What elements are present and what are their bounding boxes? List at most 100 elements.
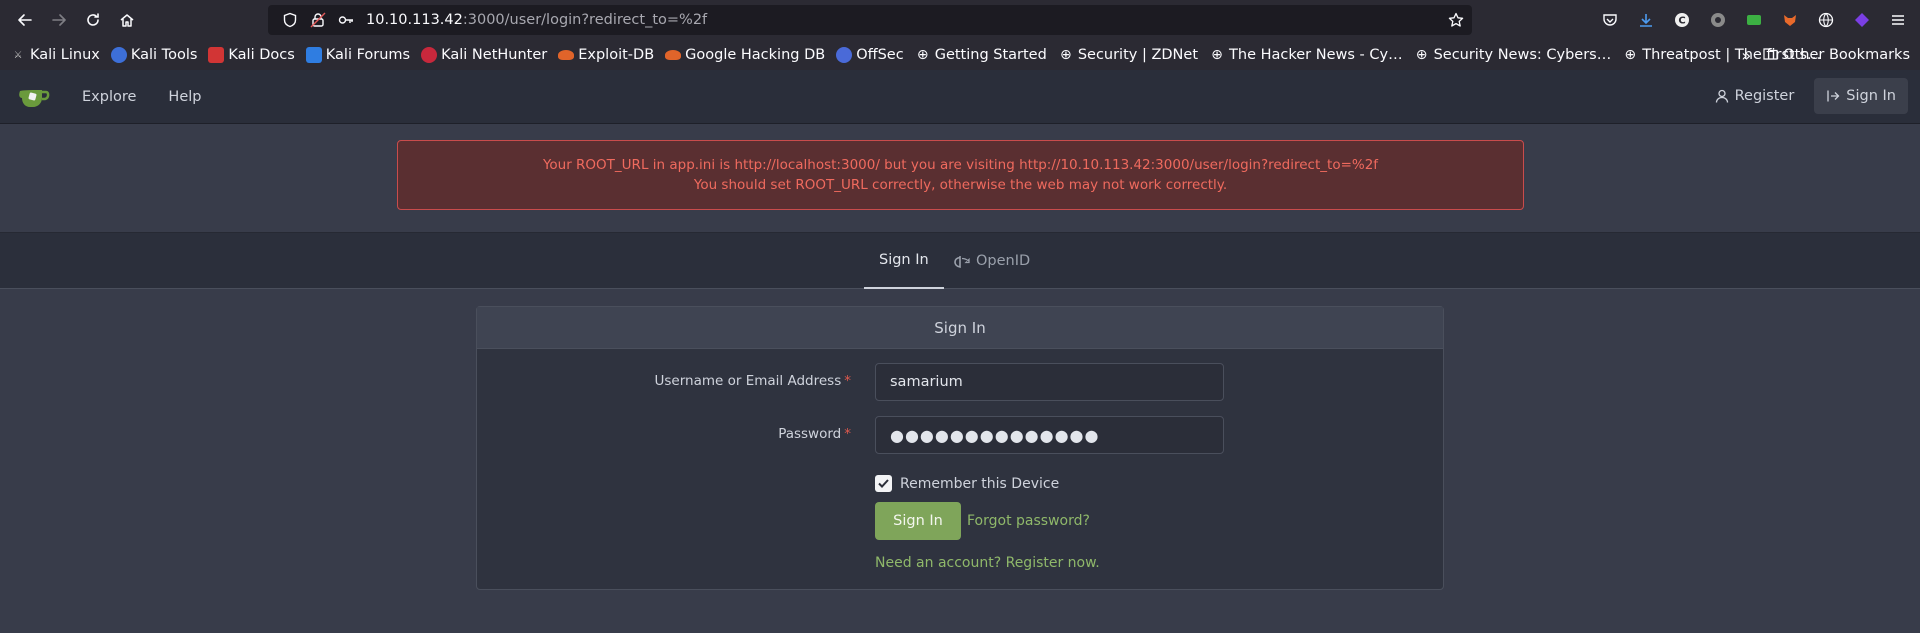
globe-extension-icon[interactable] (1808, 4, 1844, 36)
remember-device-checkbox[interactable]: Remember this Device (875, 475, 1059, 492)
svg-text:C: C (1678, 16, 1685, 27)
register-link[interactable]: Need an account? Register now. (875, 555, 1100, 571)
root-url-warning: Your ROOT_URL in app.ini is http://local… (397, 140, 1524, 210)
globe-icon: ⊕ (1211, 47, 1223, 63)
signin-card: Sign In Username or Email Address * samar… (476, 306, 1444, 590)
kali-tools-icon (110, 47, 127, 63)
remember-label: Remember this Device (900, 475, 1060, 492)
exploit-db-icon (558, 50, 575, 60)
chevron-double-right-icon[interactable]: » (1741, 46, 1751, 65)
bookmark-getting-started[interactable]: ⊕ Getting Started (915, 47, 1047, 63)
offsec-icon (836, 47, 853, 63)
signin-label: Sign In (1846, 88, 1896, 104)
signin-submit-button[interactable]: Sign In (875, 502, 961, 540)
bookmark-kali-tools[interactable]: Kali Tools (110, 47, 198, 63)
username-label: Username or Email Address * (654, 373, 851, 389)
bookmark-label: The Hacker News - Cy… (1229, 47, 1403, 63)
bookmark-hacker-news[interactable]: ⊕ The Hacker News - Cy… (1209, 47, 1403, 63)
pocket-icon[interactable] (1592, 4, 1628, 36)
bookmark-label: Kali NetHunter (441, 47, 548, 63)
forward-button[interactable] (42, 4, 76, 36)
bookmark-label: Kali Tools (130, 47, 198, 63)
bookmark-label: Security | ZDNet (1077, 47, 1199, 63)
green-extension-icon[interactable] (1736, 4, 1772, 36)
gitea-logo-icon[interactable] (18, 82, 52, 112)
warning-line-1: Your ROOT_URL in app.ini is http://local… (542, 157, 1379, 173)
checkmark-icon (878, 479, 889, 488)
bookmark-offsec[interactable]: OffSec (836, 47, 904, 63)
nethunter-icon (421, 47, 438, 63)
url-text[interactable]: 10.10.113.42:3000/user/login?redirect_to… (366, 12, 707, 28)
bookmark-star-icon[interactable] (1448, 12, 1464, 32)
kali-forums-icon (305, 47, 322, 63)
home-button[interactable] (110, 4, 144, 36)
home-icon (120, 14, 134, 27)
password-label: Password * (778, 426, 851, 442)
tab-openid-label: OpenID (976, 253, 1031, 269)
bookmark-label: Google Hacking DB (685, 47, 826, 63)
download-icon[interactable] (1628, 4, 1664, 36)
password-input[interactable]: ●●●●●●●●●●●●●● (875, 416, 1224, 454)
bookmark-exploit-db[interactable]: Exploit-DB (558, 47, 654, 63)
bookmark-label: Kali Docs (228, 47, 295, 63)
auth-tabs: Sign In OpenID (0, 232, 1920, 289)
toolbar-extensions: C (1592, 0, 1916, 40)
proxy-extension-icon[interactable] (1700, 4, 1736, 36)
header-signin-button[interactable]: Sign In (1814, 78, 1908, 114)
folder-icon (1763, 47, 1778, 64)
kali-docs-icon (208, 47, 225, 63)
bookmark-label: Kali Linux (30, 47, 100, 63)
key-icon[interactable] (332, 12, 360, 28)
insecure-lock-icon[interactable] (304, 12, 332, 28)
username-input[interactable]: samarium (875, 363, 1224, 401)
back-button[interactable] (8, 4, 42, 36)
bookmark-label: Exploit-DB (578, 47, 655, 63)
kali-dragon-icon: ⚔ (13, 49, 23, 61)
menu-icon[interactable] (1880, 4, 1916, 36)
page-body: Your ROOT_URL in app.ini is http://local… (0, 124, 1920, 633)
arrow-right-icon (52, 14, 66, 26)
nav-explore[interactable]: Explore (82, 89, 136, 105)
bookmark-kali-forums[interactable]: Kali Forums (305, 47, 410, 63)
tab-openid[interactable]: OpenID (954, 233, 1030, 289)
browser-toolbar: 10.10.113.42:3000/user/login?redirect_to… (0, 0, 1920, 40)
nav-help[interactable]: Help (168, 89, 201, 105)
foxy-extension-icon[interactable] (1772, 4, 1808, 36)
globe-icon: ⊕ (1059, 47, 1072, 63)
bookmark-google-hacking-db[interactable]: Google Hacking DB (665, 47, 825, 63)
required-asterisk: * (844, 373, 851, 389)
globe-icon: ⊕ (1415, 47, 1428, 63)
forgot-password-link[interactable]: Forgot password? (967, 513, 1090, 529)
shield-icon[interactable] (276, 12, 304, 28)
bookmark-zdnet[interactable]: ⊕ Security | ZDNet (1058, 47, 1198, 63)
bookmarks-bar: ⚔ Kali Linux Kali Tools Kali Docs Kali Fo… (0, 40, 1920, 70)
bookmarks-overflow: » Other Bookmarks (1741, 40, 1910, 70)
bookmark-security-news[interactable]: ⊕ Security News: Cybers… (1414, 47, 1612, 63)
bookmark-label: Security News: Cybers… (1433, 47, 1612, 63)
other-bookmarks[interactable]: Other Bookmarks (1783, 47, 1910, 63)
warning-line-2: You should set ROOT_URL correctly, other… (693, 177, 1228, 193)
bookmark-kali-linux[interactable]: ⚔ Kali Linux (10, 47, 100, 63)
reload-button[interactable] (76, 4, 110, 36)
globe-icon: ⊕ (916, 47, 929, 63)
purple-extension-icon[interactable] (1844, 4, 1880, 36)
checkbox-box[interactable] (875, 475, 892, 492)
required-asterisk: * (844, 426, 851, 442)
openid-icon (954, 256, 970, 268)
globe-icon: ⊕ (1624, 47, 1637, 63)
signin-card-title: Sign In (477, 307, 1443, 349)
tab-signin-label: Sign In (879, 252, 929, 268)
register-button[interactable]: Register (1703, 78, 1807, 114)
bookmark-label: OffSec (856, 47, 904, 63)
tab-signin[interactable]: Sign In (864, 233, 944, 289)
ghdb-icon (665, 50, 682, 60)
bookmark-kali-nethunter[interactable]: Kali NetHunter (421, 47, 547, 63)
register-label: Register (1734, 88, 1795, 104)
header-actions: Register Sign In (1703, 78, 1908, 114)
url-bar[interactable]: 10.10.113.42:3000/user/login?redirect_to… (268, 5, 1472, 35)
site-header: Explore Help Register Sign In (0, 70, 1920, 124)
sign-in-icon (1827, 90, 1840, 102)
bookmark-label: Getting Started (934, 47, 1047, 63)
c-extension-icon[interactable]: C (1664, 4, 1700, 36)
bookmark-kali-docs[interactable]: Kali Docs (208, 47, 295, 63)
